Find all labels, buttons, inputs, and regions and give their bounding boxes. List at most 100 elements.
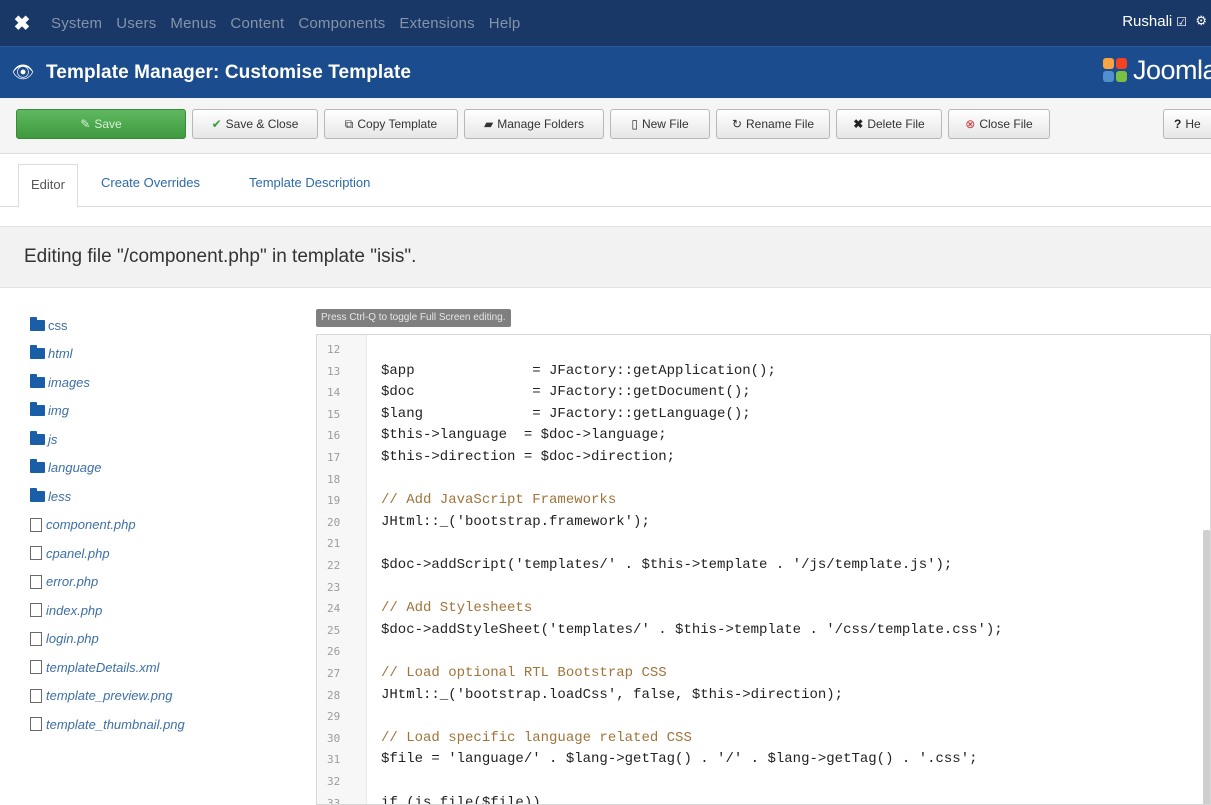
- code-comment: // Add Stylesheets: [381, 600, 533, 617]
- folder-icon: [30, 373, 45, 388]
- menu-item-system[interactable]: System: [44, 15, 109, 32]
- file-item[interactable]: component.php: [30, 511, 185, 540]
- file-icon: [30, 517, 42, 532]
- edit-icon: ✎: [80, 117, 91, 131]
- tab-bar: Editor Create Overrides Template Descrip…: [0, 155, 1211, 208]
- folder-icon: [30, 487, 45, 502]
- joomla-menu-icon[interactable]: ✖: [0, 11, 44, 36]
- rename-file-button[interactable]: ↻ Rename File: [716, 109, 830, 139]
- copy-icon: ⧉: [344, 116, 354, 131]
- line-number: 27: [327, 667, 341, 680]
- menu-item-content[interactable]: Content: [223, 15, 291, 32]
- menu-item-components[interactable]: Components: [291, 15, 392, 32]
- user-menu[interactable]: Rushali ☑: [1122, 13, 1187, 30]
- file-item[interactable]: index.php: [30, 596, 185, 625]
- joomla-logo-icon: [1102, 57, 1129, 84]
- code-line: $doc->addScript('templates/' . $this->te…: [381, 557, 953, 573]
- joomla-brand-text: Joomla: [1132, 55, 1211, 85]
- delete-file-button[interactable]: ✖ Delete File: [836, 109, 942, 139]
- line-number: 22: [327, 559, 341, 572]
- folder-item[interactable]: images: [30, 368, 185, 397]
- file-icon: [30, 603, 42, 618]
- file-icon: [30, 688, 42, 703]
- line-number: 16: [327, 429, 341, 443]
- folder-item[interactable]: language: [30, 454, 185, 483]
- line-number: 15: [327, 407, 341, 421]
- tab-create-overrides[interactable]: Create Overrides: [101, 175, 200, 190]
- manage-folders-button[interactable]: ▰ Manage Folders: [464, 109, 604, 139]
- help-button[interactable]: ? He: [1163, 109, 1211, 139]
- file-item[interactable]: error.php: [30, 568, 185, 597]
- editing-file-banner: Editing file "/component.php" in templat…: [0, 226, 1211, 288]
- menu-item-help[interactable]: Help: [482, 15, 528, 32]
- external-link-icon: ☑: [1176, 15, 1187, 29]
- file-item[interactable]: templateDetails.xml: [30, 653, 185, 682]
- line-number: 13: [327, 364, 341, 378]
- user-name: Rushali: [1122, 13, 1173, 30]
- close-file-button[interactable]: ⊗ Close File: [948, 109, 1050, 139]
- folder-icon: [30, 316, 45, 331]
- line-number: 29: [327, 710, 341, 724]
- line-number: 23: [327, 580, 341, 594]
- editor-scrollbar[interactable]: [1203, 530, 1210, 804]
- code-line: if (is_file($file)): [381, 794, 541, 805]
- code-line: $this->language = $doc->language;: [381, 427, 667, 444]
- joomla-admin-window: { "menubar": { "logo_glyph": "✖", "items…: [0, 0, 1211, 805]
- save-close-button[interactable]: ✔ Save & Close: [192, 109, 318, 139]
- folder-item[interactable]: less: [30, 482, 185, 511]
- line-number: 14: [327, 386, 341, 400]
- code-line: $app = JFactory::getApplication();: [381, 362, 776, 379]
- folder-item[interactable]: html: [30, 340, 185, 369]
- code-line: JHtml::_('bootstrap.framework');: [381, 513, 650, 530]
- file-item[interactable]: login.php: [30, 625, 185, 654]
- folder-icon: [30, 459, 45, 474]
- file-tree: css html images img js language less com…: [30, 311, 185, 739]
- line-number: 32: [327, 775, 341, 788]
- file-icon: ▯: [631, 117, 638, 131]
- code-line: $file = 'language/' . $lang->getTag() . …: [381, 751, 978, 768]
- page-title: Template Manager: Customise Template: [46, 61, 412, 83]
- folder-icon: ▰: [484, 117, 494, 131]
- line-number: 33: [327, 796, 341, 805]
- line-number: 18: [327, 472, 341, 486]
- joomla-logo: Joomla: [1102, 55, 1211, 86]
- close-circle-icon: ⊗: [965, 117, 976, 131]
- folder-icon: [30, 430, 45, 445]
- code-line: $lang = JFactory::getLanguage();: [381, 405, 751, 422]
- refresh-icon: ↻: [731, 117, 743, 131]
- line-number-gutter: [317, 335, 367, 804]
- toolbar: ✎ Save ✔ Save & Close ⧉ Copy Template ▰ Mana…: [0, 98, 1211, 154]
- copy-template-button[interactable]: ⧉ Copy Template: [324, 109, 458, 139]
- folder-item[interactable]: js: [30, 425, 185, 454]
- line-number: 26: [327, 645, 341, 659]
- file-icon: [30, 574, 42, 589]
- file-item[interactable]: cpanel.php: [30, 539, 185, 568]
- line-number: 21: [327, 537, 341, 551]
- menu-item-users[interactable]: Users: [109, 15, 163, 32]
- tab-editor[interactable]: Editor: [18, 164, 78, 208]
- tab-template-description[interactable]: Template Description: [249, 175, 370, 190]
- code-line: $doc->addStyleSheet('templates/' . $this…: [381, 621, 1003, 638]
- code-line: $doc = JFactory::getDocument();: [381, 384, 751, 401]
- save-button[interactable]: ✎ Save: [16, 109, 186, 139]
- folder-item[interactable]: css: [30, 311, 185, 340]
- file-icon: [30, 631, 42, 646]
- fullscreen-hint: Press Ctrl-Q to toggle Full Screen editi…: [316, 309, 511, 327]
- line-number: 24: [327, 602, 341, 616]
- menu-item-extensions[interactable]: Extensions: [392, 15, 481, 32]
- code-comment: // Add JavaScript Frameworks: [381, 492, 617, 509]
- line-number: 30: [327, 731, 341, 745]
- menu-item-menus[interactable]: Menus: [163, 15, 223, 32]
- file-item[interactable]: template_preview.png: [30, 682, 185, 711]
- delete-icon: ✖: [853, 117, 864, 131]
- file-icon: [30, 717, 42, 732]
- file-item[interactable]: template_thumbnail.png: [30, 710, 185, 739]
- code-editor[interactable]: 1213 $app = JFactory::getApplication();14…: [316, 334, 1211, 805]
- new-file-button[interactable]: ▯ New File: [610, 109, 710, 139]
- folder-icon: [30, 402, 45, 417]
- settings-icon[interactable]: ⚙: [1195, 13, 1207, 29]
- folder-item[interactable]: img: [30, 397, 185, 426]
- help-icon: ?: [1174, 117, 1182, 131]
- line-number: 12: [327, 343, 341, 356]
- editing-file-heading: Editing file "/component.php" in templat…: [24, 246, 417, 267]
